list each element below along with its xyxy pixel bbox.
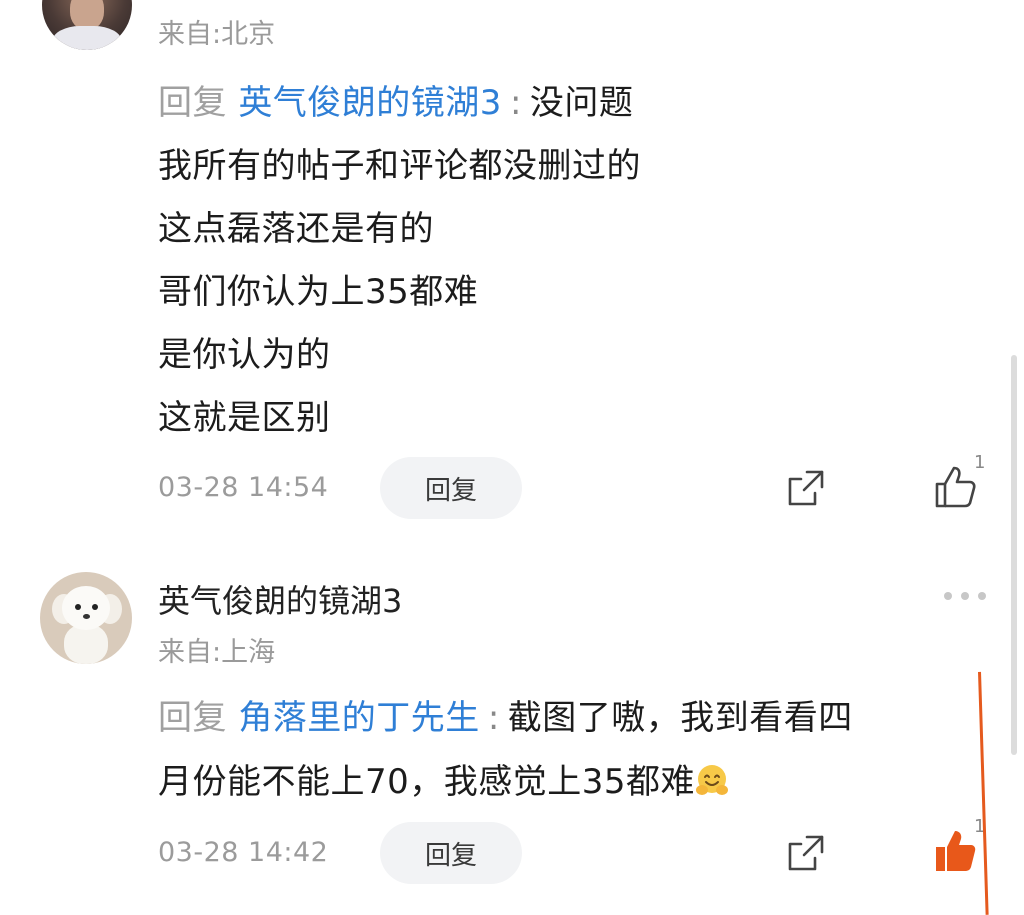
comment-text: 截图了嗷，我到看看四 xyxy=(507,698,853,738)
share-icon[interactable] xyxy=(785,832,827,874)
comment-location: 来自:上海 xyxy=(158,637,276,668)
avatar-shirt xyxy=(52,26,122,50)
comment-location: 来自:北京 xyxy=(158,19,276,50)
mention-link[interactable]: 英气俊朗的镜湖3 xyxy=(238,83,502,123)
colon: : xyxy=(509,83,522,123)
comment-text: 我所有的帖子和评论都没删过的 xyxy=(158,146,641,186)
reply-prefix: 回复 xyxy=(158,698,227,738)
scrollbar[interactable] xyxy=(1011,355,1017,755)
colon: : xyxy=(487,698,500,738)
comment-text-line: 月份能不能上70，我感觉上35都难 xyxy=(158,754,729,803)
reply-button[interactable]: 回复 xyxy=(380,822,522,884)
avatar-dog-nose xyxy=(83,614,90,619)
comment-text: 这点磊落还是有的 xyxy=(158,209,434,249)
hugging-face-emoji-icon xyxy=(696,765,729,795)
annotation-line xyxy=(978,671,989,915)
reply-button[interactable]: 回复 xyxy=(380,457,522,519)
mention-link[interactable]: 角落里的丁先生 xyxy=(238,698,480,738)
like-count: 1 xyxy=(974,452,986,473)
comment-timestamp: 03-28 14:42 xyxy=(158,837,329,868)
avatar-dog-head xyxy=(62,586,110,630)
avatar-dog-eye xyxy=(92,604,98,610)
comment-timestamp: 03-28 14:54 xyxy=(158,472,329,503)
reply-prefix: 回复 xyxy=(158,83,227,123)
avatar-dog-body xyxy=(64,624,108,664)
comment-text: 哥们你认为上35都难 xyxy=(158,272,479,312)
more-options-icon[interactable] xyxy=(944,592,986,602)
share-icon[interactable] xyxy=(785,467,827,509)
thumbs-up-filled-icon[interactable] xyxy=(932,828,978,874)
comment-text: 没问题 xyxy=(529,83,634,123)
reply-line: 回复 角落里的丁先生: 截图了嗷，我到看看四 xyxy=(158,690,853,739)
comment-text: 这就是区别 xyxy=(158,398,331,438)
reply-line: 回复 英气俊朗的镜湖3: 没问题 xyxy=(158,75,633,124)
commenter-username[interactable]: 英气俊朗的镜湖3 xyxy=(158,576,402,622)
thumbs-up-icon[interactable] xyxy=(932,464,978,510)
avatar-dog-eye xyxy=(75,604,81,610)
commenter-avatar[interactable] xyxy=(42,0,132,50)
comment-text: 月份能不能上70，我感觉上35都难 xyxy=(158,762,696,802)
commenter-avatar[interactable] xyxy=(40,572,132,664)
comment-text: 是你认为的 xyxy=(158,335,331,375)
